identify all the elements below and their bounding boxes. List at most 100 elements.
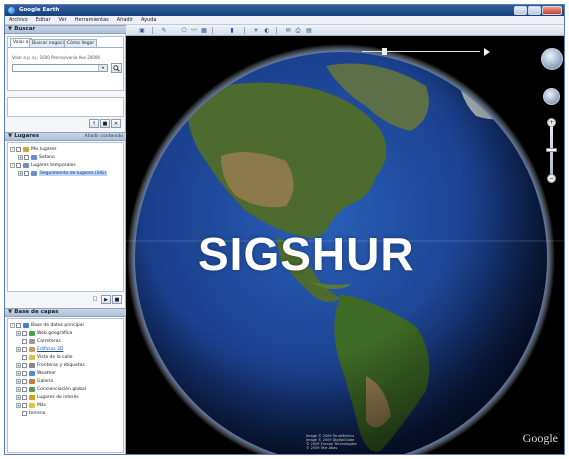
checkbox[interactable]	[16, 147, 21, 152]
layer-item[interactable]: + Web geográfica	[16, 330, 72, 337]
checkbox[interactable]	[22, 371, 27, 376]
look-joystick[interactable]	[541, 48, 563, 70]
collapse-arrow-icon[interactable]: ▼	[8, 309, 12, 316]
time-slider[interactable]	[362, 47, 490, 57]
zoom-slider-thumb[interactable]	[546, 148, 557, 152]
globe-view[interactable]: SIGSHUR + − Image © 2009 TerraMetrics Im…	[126, 36, 564, 454]
planet-icon[interactable]: ◐	[263, 27, 271, 34]
checkbox[interactable]	[22, 411, 27, 416]
results-clear-button[interactable]: ✕	[111, 119, 121, 128]
expand-icon[interactable]: +	[16, 387, 21, 392]
maximize-button[interactable]	[528, 6, 541, 15]
results-stop-button[interactable]: ■	[100, 119, 110, 128]
checkbox[interactable]	[22, 403, 27, 408]
places-panel-header[interactable]: ▼ Lugares Añadir contenido	[5, 132, 126, 141]
checkbox[interactable]	[16, 323, 21, 328]
checkbox[interactable]	[22, 363, 27, 368]
expand-icon[interactable]: +	[16, 331, 21, 336]
checkbox[interactable]	[22, 331, 27, 336]
search-panel-header[interactable]: ▼ Buscar	[5, 25, 126, 34]
time-slider-track	[362, 51, 480, 52]
zoom-out-button[interactable]: −	[547, 174, 556, 183]
expand-icon[interactable]: +	[16, 403, 21, 408]
checkbox[interactable]	[22, 395, 27, 400]
menu-herramientas[interactable]: Herramientas	[71, 16, 113, 24]
search-history-dropdown[interactable]: ▾	[98, 65, 107, 71]
close-button[interactable]	[542, 6, 562, 15]
tab-divider	[8, 47, 123, 48]
menu-ver[interactable]: Ver	[55, 16, 71, 24]
sidebar-toggle-icon[interactable]: ▣	[138, 27, 146, 34]
search-input[interactable]	[12, 64, 108, 72]
tree-item-my-places[interactable]: - Mis lugares	[10, 146, 57, 153]
search-results	[7, 97, 124, 117]
layer-item[interactable]: + Concienciación global	[16, 386, 86, 393]
expand-icon[interactable]: +	[16, 363, 21, 368]
search-button[interactable]	[111, 63, 122, 73]
places-tour-button[interactable]: ▶	[101, 295, 111, 304]
expand-icon[interactable]: +	[18, 155, 23, 160]
layer-item[interactable]: - Base de datos principal	[10, 322, 84, 329]
menu-editar[interactable]: Editar	[32, 16, 55, 24]
layers-panel-header[interactable]: ▼ Base de capas	[5, 308, 126, 317]
print-icon[interactable]: ⎙	[294, 27, 302, 34]
expand-icon[interactable]: -	[10, 323, 15, 328]
image-overlay-icon[interactable]: ▦	[200, 27, 208, 34]
zoom-in-button[interactable]: +	[547, 118, 556, 127]
expand-icon[interactable]: +	[16, 347, 21, 352]
checkbox[interactable]	[24, 155, 29, 160]
menu-anadir[interactable]: Añadir	[113, 16, 137, 24]
minimize-button[interactable]	[514, 6, 527, 15]
sun-icon[interactable]: ☀	[252, 27, 260, 34]
layer-item[interactable]: terreno	[16, 410, 45, 417]
places-stop-button[interactable]: ■	[112, 295, 122, 304]
move-joystick[interactable]	[543, 88, 560, 105]
checkbox[interactable]	[22, 355, 27, 360]
checkbox[interactable]	[24, 171, 29, 176]
tree-item-tracking-places[interactable]: + Seguimiento de lugares (SIG)	[18, 170, 108, 177]
layer-item[interactable]: + Lugares de interés	[16, 394, 79, 401]
collapse-arrow-icon[interactable]: ▼	[8, 26, 12, 33]
expand-icon[interactable]: +	[16, 395, 21, 400]
play-icon[interactable]	[484, 48, 490, 56]
side-panel: ▼ Buscar Volar a Buscar negocios Cómo lle…	[5, 25, 126, 454]
layer-item[interactable]: Carreteras	[16, 338, 61, 345]
tree-item-temporary-places[interactable]: - Lugares temporales	[10, 162, 76, 169]
polygon-icon[interactable]: ⬠	[180, 27, 188, 34]
search-box: Volar a Buscar negocios Cómo llegar Vola…	[7, 36, 124, 91]
layer-item[interactable]: + Más	[16, 402, 46, 409]
menu-ayuda[interactable]: Ayuda	[137, 16, 160, 24]
results-up-button[interactable]: ↑	[89, 119, 99, 128]
checkbox[interactable]	[22, 379, 27, 384]
layers-tree: - Base de datos principal + Web geográfica…	[7, 318, 124, 453]
expand-icon[interactable]: -	[10, 147, 15, 152]
placemark-icon[interactable]: ✎	[160, 27, 168, 34]
checkbox[interactable]	[22, 339, 27, 344]
layer-item[interactable]: + Weather	[16, 370, 56, 377]
path-icon[interactable]: 〰	[190, 27, 198, 34]
layer-item[interactable]: Vista de la calle	[16, 354, 73, 361]
expand-icon[interactable]: -	[10, 163, 15, 168]
maps-icon[interactable]: ▤	[305, 27, 313, 34]
layer-item[interactable]: + Fronteras y etiquetas	[16, 362, 85, 369]
record-tour-icon[interactable]: ▮	[228, 27, 236, 34]
checkbox[interactable]	[22, 387, 27, 392]
building-icon	[29, 347, 35, 352]
tree-item-sotano[interactable]: + Sotano	[18, 154, 55, 161]
add-content-link[interactable]: Añadir contenido	[85, 133, 123, 140]
expand-icon[interactable]: +	[16, 371, 21, 376]
expand-icon[interactable]: +	[16, 379, 21, 384]
email-icon[interactable]: ✉	[284, 27, 292, 34]
checkbox[interactable]	[16, 163, 21, 168]
menu-bar: Archivo Editar Ver Herramientas Añadir Ayuda	[5, 16, 564, 25]
layer-item[interactable]: + Edificios 3D	[16, 346, 63, 353]
layer-item[interactable]: + Galería	[16, 378, 53, 385]
checkbox[interactable]	[22, 347, 27, 352]
expand-icon[interactable]: +	[18, 171, 23, 176]
tab-directions[interactable]: Cómo llegar	[64, 39, 98, 47]
collapse-arrow-icon[interactable]: ▼	[8, 133, 12, 140]
global-awareness-icon	[29, 387, 35, 392]
menu-archivo[interactable]: Archivo	[5, 16, 32, 24]
time-slider-knob[interactable]	[382, 48, 387, 55]
places-view-button[interactable]: □	[90, 295, 100, 304]
